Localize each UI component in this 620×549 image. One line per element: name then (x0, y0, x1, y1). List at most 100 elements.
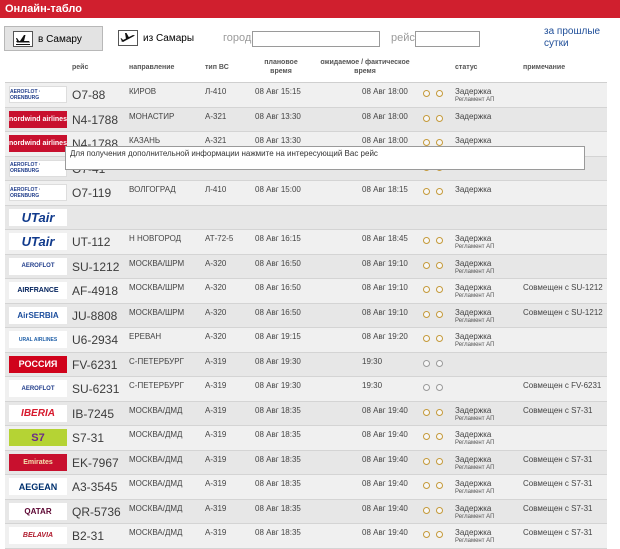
flight-row[interactable]: AirSERBIA JU-8808 МОСКВА/ШРМ А-320 08 Авг 16… (5, 303, 607, 328)
flight-row[interactable]: nordwind airlines N4-1788 МОНАСТИР А-321 08 … (5, 107, 607, 132)
toolbar: в Самару из Самары город рейс за прошлые… (0, 24, 620, 56)
status-text: Задержка (455, 503, 492, 513)
planned-time: 08 Авг 18:35 (255, 454, 301, 464)
past-day-link[interactable]: за прошлые сутки (544, 26, 606, 50)
flight-row[interactable]: AEROFLOT · ORENBURG O7-88 КИРОВ Л-410 08 Авг… (5, 83, 607, 108)
flight-input[interactable] (415, 31, 480, 47)
direction: КИРОВ (129, 87, 157, 96)
status: Задержка Регламент АП (455, 283, 494, 301)
actual-time: 08 Авг 18:00 (362, 136, 408, 145)
flight-row[interactable]: S7 S7-31 МОСКВА/ДМД А-319 08 Авг 18:35 08 Авг… (5, 426, 607, 451)
status-indicator-icon (423, 286, 430, 293)
status: Задержка Регламент АП (455, 259, 494, 277)
status-indicator-icon (423, 506, 430, 514)
status-indicator-icon (436, 433, 443, 440)
flight-row[interactable]: AIRFRANCE AF-4918 МОСКВА/ШРМ А-320 08 Авг 16… (5, 279, 607, 304)
flight-number: AF-4918 (72, 284, 119, 298)
planned-time: 08 Авг 19:30 (255, 356, 301, 366)
status-text: Задержка (455, 111, 492, 121)
actual-time: 08 Авг 19:40 (362, 479, 408, 488)
status: Задержка (455, 185, 491, 194)
actual-time: 19:30 (362, 381, 383, 390)
planned-time: 08 Авг 16:50 (255, 307, 301, 317)
flight-board: рейс направление тип ВС плановое время о… (5, 56, 607, 549)
planned-time: 08 Авг 19:30 (255, 381, 301, 390)
status: Задержка Регламент АП (455, 479, 494, 497)
flight-number: U6-2934 (72, 333, 119, 347)
flight-row[interactable]: AEROFLOT SU-6231 С-ПЕТЕРБУРГ А-319 08 Авг 19… (5, 377, 607, 402)
planned-time: 08 Авг 16:50 (255, 258, 301, 268)
flight-row[interactable]: UTair UT-112 Н НОВГОРОД АТ-72-5 08 Авг 16:15… (5, 230, 607, 255)
status-indicator-icon (423, 90, 430, 97)
status-indicator-icon (436, 310, 443, 318)
status: Задержка Регламент АП (455, 455, 494, 473)
status-indicator-icon (436, 90, 443, 97)
status-indicator-icon (423, 114, 430, 122)
flight-row[interactable]: AEROFLOT SU-1212 МОСКВА/ШРМ А-320 08 Авг 16:… (5, 254, 607, 279)
planned-time: 08 Авг 15:15 (255, 87, 301, 96)
departure-plane-icon (118, 30, 138, 46)
flight-row[interactable]: IBERIA IB-7245 МОСКВА/ДМД А-319 08 Авг 18:35… (5, 401, 607, 426)
status-subtext: Регламент АП (455, 513, 495, 520)
aircraft-type: Л-410 (205, 87, 227, 96)
flight-number: JU-8808 (72, 308, 118, 323)
col-planned: плановое время (264, 59, 298, 75)
airline-logo-aeroflot2: AEROFLOT (9, 380, 67, 397)
status-text: Задержка (455, 332, 492, 341)
note: Совмещен с S7-31 (523, 405, 593, 415)
status-indicator-icon (436, 359, 443, 367)
status: Задержка Регламент АП (455, 332, 494, 350)
flight-row[interactable]: Emirates EK-7967 МОСКВА/ДМД А-319 08 Авг 18:… (5, 450, 607, 475)
status-subtext: Регламент АП (455, 538, 495, 544)
direction: КАЗАНЬ (129, 136, 161, 145)
aircraft-type: А-319 (205, 454, 227, 464)
airline-logo-rossiya: РОССИЯ (9, 355, 67, 373)
tab-departure[interactable]: из Самары (110, 26, 200, 51)
airline-logo-nordwind: nordwind airlines (9, 135, 67, 152)
col-flight: рейс (72, 64, 89, 71)
airline-logo-aegean: AEGEAN (9, 478, 67, 495)
aircraft-type: А-320 (205, 258, 227, 268)
flight-row[interactable]: BELAVIA B2-31 МОСКВА/ДМД А-319 08 Авг 18:35 0… (5, 524, 607, 549)
status-indicator-icon (423, 139, 430, 146)
actual-time: 08 Авг 19:40 (362, 430, 408, 439)
aircraft-type: А-321 (205, 111, 227, 121)
status-text: Задержка (455, 454, 492, 464)
status-indicator-icon (423, 359, 430, 367)
status: Задержка (455, 112, 491, 121)
flight-number: FV-6231 (72, 357, 118, 372)
arrival-plane-icon (13, 31, 33, 47)
status-indicator-icon (423, 408, 430, 416)
flight-row[interactable]: UTair (5, 205, 607, 230)
status-indicator-icon (423, 310, 430, 318)
actual-time: 08 Авг 19:20 (362, 332, 408, 341)
flight-row[interactable]: URAL AIRLINES U6-2934 ЕРЕВАН А-320 08 Авг 19… (5, 328, 607, 353)
tab-arrival[interactable]: в Самару (4, 26, 103, 51)
status-indicator-icon (423, 188, 430, 195)
status-subtext: Регламент АП (455, 293, 495, 299)
aircraft-type: А-321 (205, 136, 227, 145)
flight-number: SU-1212 (72, 259, 120, 274)
city-input[interactable] (252, 31, 380, 47)
airline-logo-iberia: IBERIA (9, 404, 67, 422)
flight-row[interactable]: QATAR QR-5736 МОСКВА/ДМД А-319 08 Авг 18:35 0… (5, 499, 607, 524)
airline-logo-qatar: QATAR (9, 502, 67, 520)
direction: С-ПЕТЕРБУРГ (129, 381, 184, 390)
status-indicator-icon (436, 188, 443, 195)
flight-number: SU-6231 (72, 382, 120, 396)
status-indicator-icon (423, 237, 430, 244)
flight-row[interactable]: РОССИЯ FV-6231 С-ПЕТЕРБУРГ А-319 08 Авг 19:3… (5, 352, 607, 377)
status: Задержка Регламент АП (455, 430, 494, 448)
status: Задержка Регламент АП (455, 504, 494, 522)
flight-row[interactable]: AEGEAN A3-3545 МОСКВА/ДМД А-319 08 Авг 18:35… (5, 475, 607, 500)
status-indicator-icon (423, 433, 430, 440)
flight-label: рейс (391, 32, 415, 44)
planned-time: 08 Авг 18:35 (255, 528, 301, 537)
status-indicator-icon (436, 531, 443, 538)
flight-row[interactable]: AEROFLOT · ORENBURG O7-119 ВОЛГОГРАД Л-410 0… (5, 181, 607, 206)
status-indicator-icon (436, 384, 443, 391)
planned-time: 08 Авг 18:35 (255, 430, 301, 439)
note: Совмещен с S7-31 (523, 528, 593, 537)
status-indicator-icon (436, 237, 443, 244)
status-indicator-icon (436, 139, 443, 146)
